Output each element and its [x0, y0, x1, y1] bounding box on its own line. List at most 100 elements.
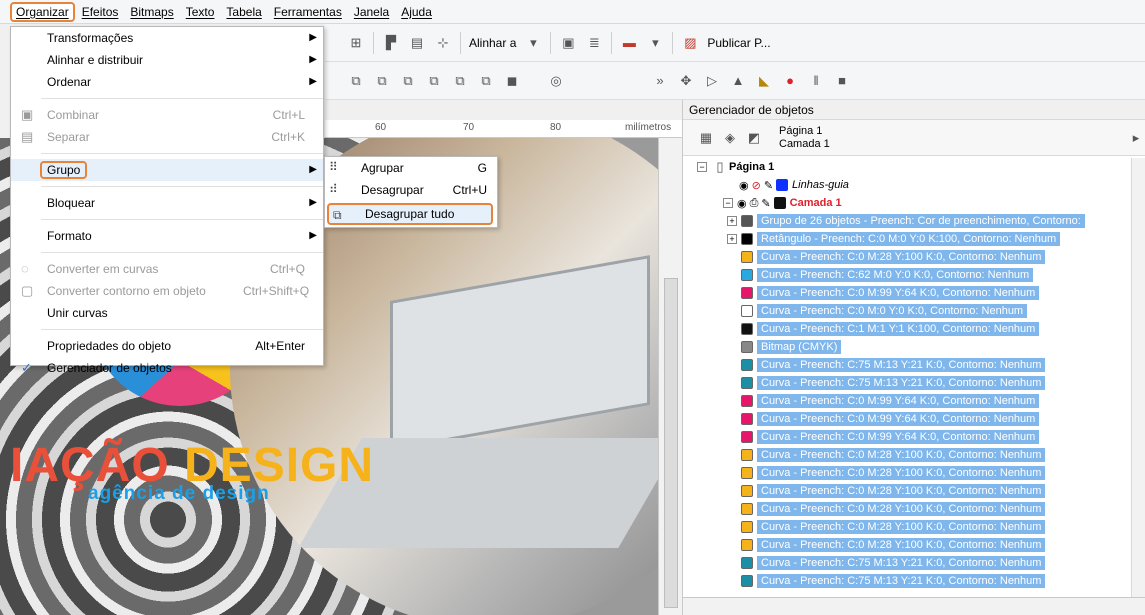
expand-icon[interactable]: +: [727, 216, 737, 226]
corner-icon[interactable]: ◣: [755, 72, 773, 90]
menu-separator: [41, 98, 323, 99]
outline-object-icon: ▢: [21, 283, 34, 298]
eye-icon[interactable]: ◉: [737, 197, 747, 210]
intersect-icon[interactable]: ⧉: [425, 72, 443, 90]
publish-pdf-button[interactable]: Publicar P...: [707, 36, 770, 50]
layer-manager-icon[interactable]: ◩: [745, 129, 763, 147]
tree-object-row[interactable]: Curva - Preench: C:75 M:13 Y:21 K:0, Con…: [683, 356, 1133, 374]
menu-item-converter-curvas[interactable]: ◌ Converter em curvas Ctrl+Q: [11, 258, 323, 280]
menu-item-alinhar-distribuir[interactable]: Alinhar e distribuir ▶: [11, 49, 323, 71]
submenu-item-desagrupar-tudo[interactable]: ⧉ Desagrupar tudo: [327, 203, 493, 225]
tree-object-row[interactable]: Curva - Preench: C:75 M:13 Y:21 K:0, Con…: [683, 374, 1133, 392]
export-icon[interactable]: ▬: [620, 34, 638, 52]
more-icon[interactable]: »: [651, 72, 669, 90]
tree-object-row[interactable]: Curva - Preench: C:0 M:99 Y:64 K:0, Cont…: [683, 410, 1133, 428]
tree-object-row[interactable]: Curva - Preench: C:0 M:28 Y:100 K:0, Con…: [683, 500, 1133, 518]
menu-ajuda[interactable]: Ajuda: [396, 2, 437, 22]
lock-icon[interactable]: ▲: [729, 72, 747, 90]
menu-item-transformacoes[interactable]: Transformações ▶: [11, 27, 323, 49]
tree-object-row[interactable]: Bitmap (CMYK): [683, 338, 1133, 356]
tree-object-row[interactable]: Curva - Preench: C:62 M:0 Y:0 K:0, Conto…: [683, 266, 1133, 284]
menu-organizar[interactable]: Organizar: [10, 1, 75, 22]
collapse-icon[interactable]: −: [697, 162, 707, 172]
tree-object-row[interactable]: Curva - Preench: C:1 M:1 Y:1 K:100, Cont…: [683, 320, 1133, 338]
menu-item-combinar[interactable]: ▣ Combinar Ctrl+L: [11, 104, 323, 126]
chevron-down-icon[interactable]: ▾: [524, 34, 542, 52]
paragraph-icon[interactable]: ≣: [585, 34, 603, 52]
tree-object-row[interactable]: Curva - Preench: C:0 M:28 Y:100 K:0, Con…: [683, 518, 1133, 536]
tree-object-row[interactable]: Curva - Preench: C:0 M:28 Y:100 K:0, Con…: [683, 536, 1133, 554]
tree-object-row[interactable]: Curva - Preench: C:75 M:13 Y:21 K:0, Con…: [683, 554, 1133, 572]
menu-tabela[interactable]: Tabela: [221, 2, 266, 22]
scroll-thumb[interactable]: [664, 278, 678, 608]
current-page-label: Página 1: [779, 124, 823, 137]
tree-object-row[interactable]: Curva - Preench: C:0 M:28 Y:100 K:0, Con…: [683, 482, 1133, 500]
pdf-icon[interactable]: ▨: [681, 34, 699, 52]
menu-item-gerenciador-objetos[interactable]: ✓ Gerenciador de objetos: [11, 357, 323, 379]
chevron-right-icon[interactable]: ▸: [1127, 129, 1145, 147]
menu-item-bloquear[interactable]: Bloquear ▶: [11, 192, 323, 214]
image-icon[interactable]: ▣: [559, 34, 577, 52]
record-icon[interactable]: ●: [781, 72, 799, 90]
panel-horizontal-scrollbar[interactable]: [683, 597, 1145, 615]
tree-object-row[interactable]: Curva - Preench: C:0 M:0 Y:0 K:0, Contor…: [683, 302, 1133, 320]
menu-ferramentas[interactable]: Ferramentas: [269, 2, 347, 22]
tree-layer[interactable]: − ◉ ⎙ ✎ Camada 1: [683, 194, 1133, 212]
pencil-icon[interactable]: ✎: [764, 179, 773, 192]
tree-page[interactable]: − ▯ Página 1: [683, 158, 1133, 176]
tree-object-row[interactable]: Curva - Preench: C:0 M:99 Y:64 K:0, Cont…: [683, 284, 1133, 302]
dynamic-guides-icon[interactable]: ⊹: [434, 34, 452, 52]
tree-object-row[interactable]: + Grupo de 26 objetos - Preench: Cor de p…: [683, 212, 1133, 230]
tree-object-row[interactable]: Curva - Preench: C:75 M:13 Y:21 K:0, Con…: [683, 572, 1133, 590]
tree-object-row[interactable]: Curva - Preench: C:0 M:28 Y:100 K:0, Con…: [683, 464, 1133, 482]
new-layer-icon[interactable]: ◈: [721, 129, 739, 147]
tree-object-row[interactable]: + Retângulo - Preench: C:0 M:0 Y:0 K:100,…: [683, 230, 1133, 248]
back-minus-front-icon[interactable]: ◼: [503, 72, 521, 90]
collapse-icon[interactable]: −: [723, 198, 733, 208]
eye-icon[interactable]: ◉: [739, 179, 749, 192]
expand-icon[interactable]: +: [727, 234, 737, 244]
pencil-icon[interactable]: ✎: [761, 197, 770, 210]
grid-icon[interactable]: ⊞: [347, 34, 365, 52]
menu-item-unir-curvas[interactable]: Unir curvas: [11, 302, 323, 324]
stop-icon[interactable]: ■: [833, 72, 851, 90]
tree-object-label: Curva - Preench: C:75 M:13 Y:21 K:0, Con…: [757, 376, 1046, 390]
menu-item-ordenar[interactable]: Ordenar ▶: [11, 71, 323, 93]
property-toolbar: ⧉ ⧉ ⧉ ⧉ ⧉ ⧉ ◼ ◎ » ✥ ▷ ▲ ◣ ● ‖ ■: [325, 62, 1145, 100]
simplify-icon[interactable]: ⧉: [451, 72, 469, 90]
front-minus-back-icon[interactable]: ⧉: [477, 72, 495, 90]
panel-vertical-scrollbar[interactable]: [1131, 158, 1145, 598]
menu-bitmaps[interactable]: Bitmaps: [125, 2, 178, 22]
wireframe-icon[interactable]: ▤: [408, 34, 426, 52]
boundary-icon[interactable]: ◎: [547, 72, 565, 90]
tree-object-row[interactable]: Curva - Preench: C:0 M:99 Y:64 K:0, Cont…: [683, 392, 1133, 410]
menu-efeitos[interactable]: Efeitos: [77, 2, 124, 22]
pause-icon[interactable]: ‖: [807, 72, 825, 90]
menu-item-grupo[interactable]: Grupo ▶: [11, 159, 323, 181]
weld-icon[interactable]: ⧉: [373, 72, 391, 90]
menu-item-formato[interactable]: Formato ▶: [11, 225, 323, 247]
submenu-item-desagrupar[interactable]: ⠾ Desagrupar Ctrl+U: [325, 179, 497, 201]
pin-icon[interactable]: ✥: [677, 72, 695, 90]
grupo-submenu: ⠿ Agrupar G ⠾ Desagrupar Ctrl+U ⧉ Desagrupar …: [324, 156, 498, 228]
tree-object-row[interactable]: Curva - Preench: C:0 M:28 Y:100 K:0, Con…: [683, 248, 1133, 266]
menu-item-separar[interactable]: ▤ Separar Ctrl+K: [11, 126, 323, 148]
play-icon[interactable]: ▷: [703, 72, 721, 90]
chevron-down-icon[interactable]: ▾: [646, 34, 664, 52]
menu-janela[interactable]: Janela: [349, 2, 394, 22]
snap-icon[interactable]: ▛: [382, 34, 400, 52]
menu-item-converter-contorno[interactable]: ▢ Converter contorno em objeto Ctrl+Shift+…: [11, 280, 323, 302]
align-to-dropdown[interactable]: Alinhar a: [469, 36, 516, 50]
no-print-icon[interactable]: ⊘: [752, 179, 761, 192]
canvas-vertical-scrollbar[interactable]: [658, 138, 682, 615]
tree-object-row[interactable]: Curva - Preench: C:0 M:28 Y:100 K:0, Con…: [683, 446, 1133, 464]
tree-object-row[interactable]: Curva - Preench: C:0 M:99 Y:64 K:0, Cont…: [683, 428, 1133, 446]
printer-icon[interactable]: ⎙: [750, 197, 759, 210]
menu-texto[interactable]: Texto: [181, 2, 220, 22]
trim-icon[interactable]: ⧉: [399, 72, 417, 90]
combine-icon[interactable]: ⧉: [347, 72, 365, 90]
submenu-item-agrupar[interactable]: ⠿ Agrupar G: [325, 157, 497, 179]
layer-options-icon[interactable]: ▦: [697, 129, 715, 147]
tree-guides-layer[interactable]: ◉ ⊘ ✎ Linhas-guia: [683, 176, 1133, 194]
menu-item-propriedades[interactable]: Propriedades do objeto Alt+Enter: [11, 335, 323, 357]
